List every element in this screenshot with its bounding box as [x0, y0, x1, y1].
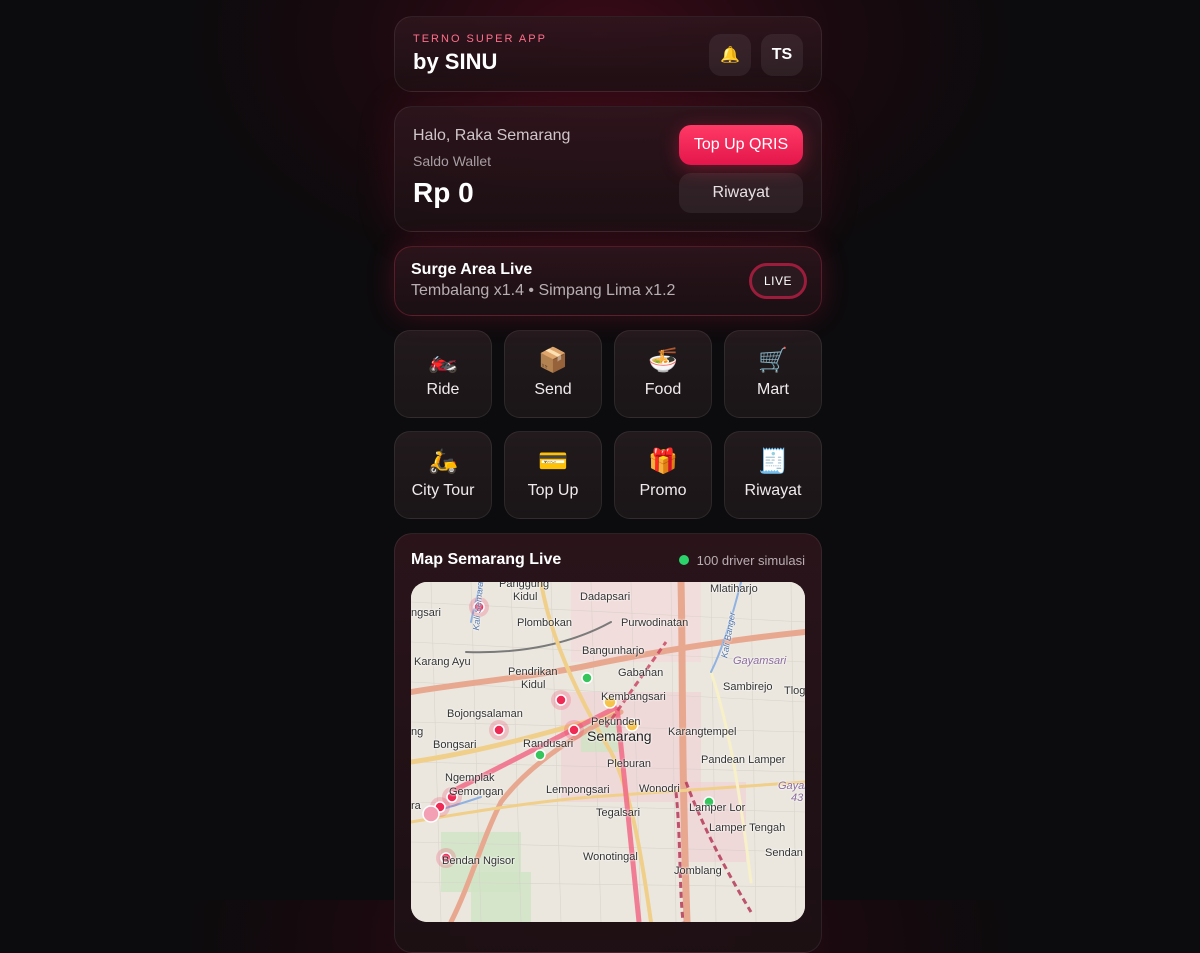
gift-icon: 🎁 [648, 448, 678, 475]
service-ride[interactable]: 🏍️ Ride [394, 330, 492, 418]
map-label: Tlog [784, 685, 805, 697]
service-food[interactable]: 🍜 Food [614, 330, 712, 418]
map-label: Kidul [521, 679, 546, 691]
service-label: Ride [426, 381, 460, 398]
package-icon: 📦 [538, 347, 568, 374]
map-label: Bangunharjo [582, 645, 645, 657]
map-label: Ngemplak [445, 772, 495, 784]
map-label: Karang Ayu [414, 656, 471, 668]
map-label: Pendrikan [508, 666, 558, 678]
map-label: Purwodinatan [621, 617, 689, 629]
map-title: Map Semarang Live [411, 551, 562, 568]
map-label: Lamper Lor [689, 802, 746, 814]
service-label: Top Up [527, 482, 579, 499]
map-label: Jomblang [674, 865, 722, 877]
map-label: Bongsari [433, 739, 477, 751]
scooter-icon: 🛵 [428, 448, 458, 475]
driver-count: 100 driver simulasi [696, 552, 805, 568]
map-label: Tegalsari [596, 807, 641, 819]
credit-card-icon: 💳 [538, 448, 568, 475]
map-label: Pandean Lamper [701, 754, 786, 766]
map-card: Map Semarang Live 100 driver simulasi Pa… [394, 533, 822, 953]
map-label: Sendan [765, 847, 803, 859]
map-label: Bojongsalaman [447, 708, 523, 720]
map-label: ng [411, 726, 424, 738]
map-label: Lamper Tengah [709, 822, 786, 834]
map-label: ngsari [411, 607, 441, 619]
map-label: Randusari [523, 738, 574, 750]
bell-icon: 🔔 [720, 47, 740, 64]
surge-card[interactable]: Surge Area Live Tembalang x1.4 • Simpang… [394, 246, 822, 316]
history-button[interactable]: Riwayat [679, 173, 803, 213]
cart-icon: 🛒 [758, 347, 788, 374]
map-label: Sambirejo [723, 681, 773, 693]
noodle-bowl-icon: 🍜 [648, 347, 678, 374]
avatar-button[interactable]: TS [761, 34, 803, 76]
service-send[interactable]: 📦 Send [504, 330, 602, 418]
map-label: Plombokan [517, 617, 573, 629]
service-city-tour[interactable]: 🛵 City Tour [394, 431, 492, 519]
map-base [411, 582, 805, 922]
map-label: Pekunden [591, 716, 641, 728]
service-label: Food [644, 381, 682, 398]
service-label: Riwayat [744, 482, 802, 499]
wallet-card: Halo, Raka Semarang Saldo Wallet Rp 0 To… [394, 106, 822, 232]
services-grid: 🏍️ Ride 📦 Send 🍜 Food 🛒 Mart 🛵 City Tour… [394, 330, 822, 519]
map-label: Panggung [499, 582, 550, 590]
receipt-icon: 🧾 [758, 448, 788, 475]
online-dot-icon [678, 555, 689, 565]
app-header: TERNO SUPER APP by SINU 🔔 TS [394, 16, 822, 92]
map-label: Bendan Ngisor [442, 855, 515, 867]
live-map[interactable]: Panggung Kidul Dadapsari Mlatiharjo ngsa… [411, 582, 805, 922]
surge-title: Surge Area Live [411, 261, 533, 278]
service-top-up[interactable]: 💳 Top Up [504, 431, 602, 519]
service-label: Send [534, 381, 572, 398]
map-label: Karangtempel [668, 726, 737, 738]
map-label: Wonodri [639, 783, 680, 795]
header-actions: 🔔 TS [709, 34, 803, 76]
notification-button[interactable]: 🔔 [709, 34, 751, 76]
map-label: Dadapsari [580, 591, 631, 603]
service-promo[interactable]: 🎁 Promo [614, 431, 712, 519]
map-label: 43 [791, 792, 804, 804]
map-header: Map Semarang Live 100 driver simulasi [411, 550, 805, 570]
map-label: Kembangsari [601, 691, 666, 703]
map-label: Kidul [513, 591, 538, 603]
service-riwayat[interactable]: 🧾 Riwayat [724, 431, 822, 519]
map-label: Gayamsari [733, 655, 787, 667]
map-label: Lempongsari [546, 784, 610, 796]
map-label: Semarang [587, 728, 652, 744]
motorcycle-icon: 🏍️ [428, 347, 458, 374]
map-label: Gabahan [618, 667, 664, 679]
map-label: ra [411, 800, 421, 812]
map-label: Wonotingal [583, 851, 638, 863]
service-label: Mart [757, 381, 789, 398]
map-label: Pleburan [607, 758, 652, 770]
service-mart[interactable]: 🛒 Mart [724, 330, 822, 418]
service-label: City Tour [411, 482, 475, 499]
live-badge: LIVE [749, 263, 807, 299]
map-label: Gemongan [449, 786, 504, 798]
map-label: Gayamsari [778, 780, 805, 792]
driver-status: 100 driver simulasi [678, 552, 805, 568]
map-label: Mlatiharjo [710, 583, 758, 595]
service-label: Promo [639, 482, 687, 499]
surge-detail: Tembalang x1.4 • Simpang Lima x1.2 [411, 282, 676, 299]
topup-qris-button[interactable]: Top Up QRIS [679, 125, 803, 165]
app-shell: TERNO SUPER APP by SINU 🔔 TS Halo, Raka … [394, 16, 822, 953]
wallet-actions: Top Up QRIS Riwayat [679, 125, 803, 213]
